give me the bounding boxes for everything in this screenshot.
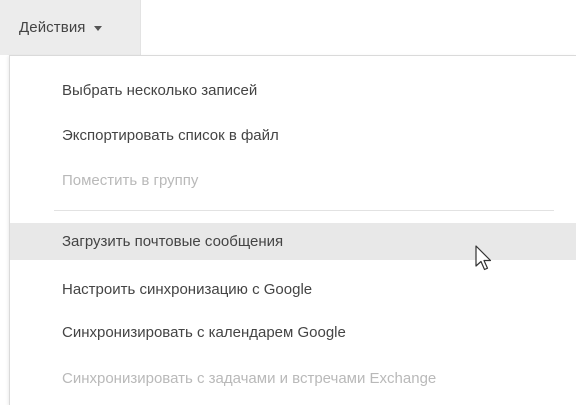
- menu-item-sync-google-calendar[interactable]: Синхронизировать с календарем Google: [10, 314, 576, 351]
- menu-item-label: Экспортировать список в файл: [62, 127, 279, 144]
- screen: Действия Выбрать несколько записей Экспо…: [0, 0, 576, 405]
- menu-separator: [54, 210, 554, 211]
- menu-item-sync-exchange: Синхронизировать с задачами и встречами …: [10, 360, 576, 397]
- mouse-pointer-icon: [475, 245, 492, 271]
- actions-dropdown-button[interactable]: Действия: [0, 0, 141, 55]
- menu-item-label: Поместить в группу: [62, 172, 199, 189]
- menu-item-label: Выбрать несколько записей: [62, 82, 258, 99]
- menu-item-label: Загрузить почтовые сообщения: [62, 233, 284, 250]
- actions-button-label: Действия: [19, 19, 86, 36]
- menu-item-export-list[interactable]: Экспортировать список в файл: [10, 117, 576, 154]
- caret-down-icon: [93, 26, 102, 31]
- menu-item-label: Синхронизировать с календарем Google: [62, 324, 346, 341]
- menu-item-label: Синхронизировать с задачами и встречами …: [62, 370, 437, 387]
- actions-dropdown-menu: Выбрать несколько записей Экспортировать…: [9, 55, 576, 405]
- menu-item-setup-google-sync[interactable]: Настроить синхронизацию с Google: [10, 271, 576, 308]
- menu-item-add-to-group: Поместить в группу: [10, 162, 576, 199]
- menu-item-select-multiple[interactable]: Выбрать несколько записей: [10, 72, 576, 109]
- menu-item-label: Настроить синхронизацию с Google: [62, 281, 313, 298]
